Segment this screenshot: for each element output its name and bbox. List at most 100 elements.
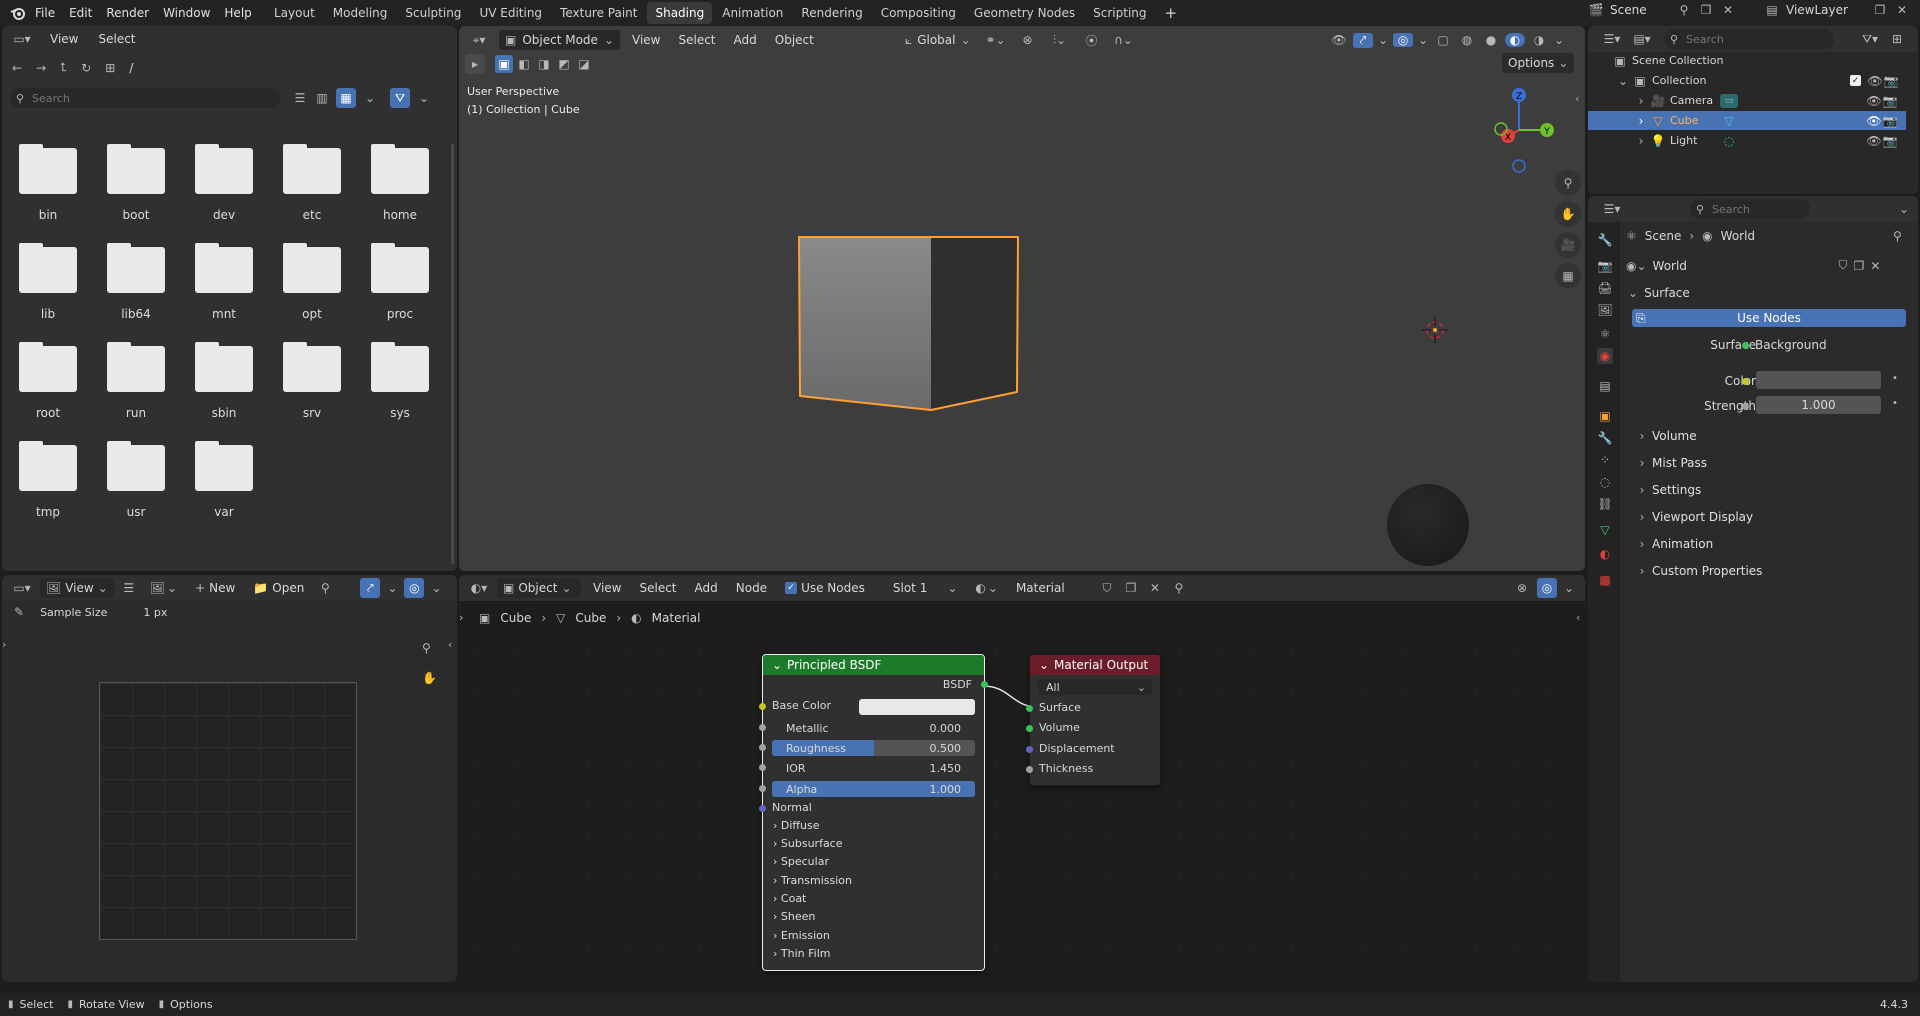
select-new-icon[interactable]: ▣ xyxy=(495,55,513,73)
search-input[interactable] xyxy=(30,90,264,106)
select-extend-icon[interactable]: ◧ xyxy=(515,57,533,71)
roughness-field[interactable]: Roughness 0.500 xyxy=(772,740,975,756)
menu-add[interactable]: Add xyxy=(728,30,763,50)
use-nodes-checkbox[interactable]: ✓ Use Nodes xyxy=(779,578,871,598)
snap-target-icon[interactable]: ⫶⌄ xyxy=(1047,33,1073,48)
new-scene-icon[interactable]: ❐ xyxy=(1698,3,1714,17)
menu-object[interactable]: Object xyxy=(769,30,820,50)
gizmo-toggle-icon[interactable]: ⤤ xyxy=(1353,32,1373,48)
section-thin-film[interactable]: › Thin Film xyxy=(773,947,830,960)
filter-icon[interactable]: ⛛ xyxy=(390,88,410,108)
display-mode-icon[interactable]: ▤▾ xyxy=(1630,32,1654,46)
options-button[interactable]: Options ⌄ xyxy=(1502,53,1575,73)
snap-icon[interactable]: ⊗ xyxy=(1015,33,1041,47)
view-layer-tab-icon[interactable]: 🖼 xyxy=(1597,302,1613,318)
folder-item[interactable]: tmp xyxy=(4,435,92,534)
scrollbar[interactable] xyxy=(451,144,454,564)
object-tab-icon[interactable]: ▣ xyxy=(1597,408,1613,424)
alpha-socket[interactable] xyxy=(759,785,766,792)
sidebar-toggle-icon[interactable]: ‹ xyxy=(1576,611,1580,624)
tab-uv-editing[interactable]: UV Editing xyxy=(471,2,550,24)
tab-animation[interactable]: Animation xyxy=(714,2,791,24)
folder-item[interactable]: etc xyxy=(268,138,356,237)
thickness-input-socket[interactable] xyxy=(1026,766,1033,773)
collapse-icon[interactable]: ⌄ xyxy=(1038,658,1050,672)
section-diffuse[interactable]: › Diffuse xyxy=(773,819,819,832)
overlay-toggle-icon[interactable]: ◎ xyxy=(404,578,425,598)
folder-item[interactable]: boot xyxy=(92,138,180,237)
outliner-item-camera[interactable]: › 🎥 Camera ▭ 👁 📷 xyxy=(1588,91,1906,110)
collapse-icon[interactable]: ⌄ xyxy=(771,658,783,672)
section-coat[interactable]: › Coat xyxy=(773,892,806,905)
mode-dropdown[interactable]: ▣ Object Mode ⌄ xyxy=(499,30,620,50)
displacement-input-socket[interactable] xyxy=(1026,746,1033,753)
tool-select-icon[interactable]: ▸ xyxy=(465,54,485,74)
menu-view[interactable]: View xyxy=(587,578,627,598)
delete-view-layer-icon[interactable]: ✕ xyxy=(1894,3,1910,17)
world-name-field[interactable]: World xyxy=(1653,259,1833,273)
surface-panel-header[interactable]: ⌄ Surface xyxy=(1628,286,1690,300)
section-sheen[interactable]: › Sheen xyxy=(773,910,815,923)
delete-scene-icon[interactable]: ✕ xyxy=(1720,3,1736,17)
outliner-collection[interactable]: ⌄ ▣ Collection ✓ 👁 📷 xyxy=(1588,71,1906,90)
color-swatch[interactable] xyxy=(1756,371,1881,389)
editor-type-icon[interactable]: ▭▾ xyxy=(10,581,34,595)
tab-layout[interactable]: Layout xyxy=(266,2,323,24)
outliner-scene-collection[interactable]: ▣ Scene Collection xyxy=(1588,51,1906,70)
tab-texture-paint[interactable]: Texture Paint xyxy=(552,2,645,24)
menu-add[interactable]: Add xyxy=(689,578,724,598)
tab-scripting[interactable]: Scripting xyxy=(1085,2,1154,24)
zoom-icon[interactable]: ⚲ xyxy=(1555,170,1581,196)
outliner-item-cube[interactable]: › ▽ Cube ▽ 👁 📷 xyxy=(1588,111,1906,130)
folder-item[interactable]: dev xyxy=(180,138,268,237)
material-tab-icon[interactable]: ◐ xyxy=(1597,546,1613,562)
volume-input-socket[interactable] xyxy=(1026,725,1033,732)
shading-dropdown-icon[interactable]: ⌄ xyxy=(1553,33,1565,47)
sidebar-expand-icon[interactable]: › xyxy=(459,611,463,624)
output-tab-icon[interactable]: 🖨 xyxy=(1597,280,1613,296)
chevron-right-icon[interactable]: › xyxy=(1636,94,1646,108)
collection-tab-icon[interactable]: ▤ xyxy=(1597,378,1613,394)
folder-item[interactable]: usr xyxy=(92,435,180,534)
parent-directory-icon[interactable]: ⮤ xyxy=(60,60,67,75)
vertical-list-icon[interactable]: ☰ xyxy=(292,91,308,105)
filter-icon[interactable]: ⛛▾ xyxy=(1858,32,1882,47)
menu-select[interactable]: Select xyxy=(672,30,721,50)
sidebar-toggle-icon[interactable]: ‹ xyxy=(448,638,452,651)
material-output-node[interactable]: ⌄ Material Output All ⌄ Surface Volume D… xyxy=(1026,654,1161,786)
ior-field[interactable]: IOR 1.450 xyxy=(772,760,975,776)
pan-hand-icon[interactable]: ✋ xyxy=(1555,201,1581,227)
roughness-socket[interactable] xyxy=(759,744,766,751)
toolbar-expand-icon[interactable]: › xyxy=(2,638,6,651)
blender-logo-icon[interactable] xyxy=(8,3,28,23)
cube-object[interactable] xyxy=(796,234,1022,416)
constraints-tab-icon[interactable]: ⛓ xyxy=(1597,496,1613,512)
view-dropdown[interactable]: 🖼 View ⌄ xyxy=(40,578,114,598)
gizmo-toggle-icon[interactable]: ⤤ xyxy=(360,578,381,598)
xray-icon[interactable]: ▢ xyxy=(1433,33,1453,47)
menu-select[interactable]: Select xyxy=(633,578,682,598)
render-tab-icon[interactable]: 📷 xyxy=(1597,258,1613,274)
pan-hand-icon[interactable]: ✋ xyxy=(422,671,437,685)
pin-icon[interactable]: ⚲ xyxy=(1170,581,1188,595)
menu-view[interactable]: View xyxy=(44,29,84,49)
pin-icon[interactable]: ⚲ xyxy=(1676,3,1692,17)
camera-view-icon[interactable]: 🎥 xyxy=(1555,232,1581,258)
folder-item[interactable]: sys xyxy=(356,336,444,435)
menu-render[interactable]: Render xyxy=(99,0,156,26)
select-intersect-icon[interactable]: ◪ xyxy=(575,57,593,71)
keyframe-dot-icon[interactable]: • xyxy=(1892,373,1898,384)
horizontal-list-icon[interactable]: ▥ xyxy=(314,91,330,105)
folder-item[interactable]: sbin xyxy=(180,336,268,435)
path-field[interactable]: / xyxy=(129,61,133,75)
duplicate-world-icon[interactable]: ❐ xyxy=(1854,259,1865,273)
world-tab-icon[interactable]: ◉ xyxy=(1597,348,1613,364)
chevron-right-icon[interactable]: › xyxy=(1636,114,1646,128)
keyframe-dot-icon[interactable]: • xyxy=(1892,398,1898,409)
folder-item[interactable]: srv xyxy=(268,336,356,435)
section-transmission[interactable]: › Transmission xyxy=(773,874,852,887)
eye-icon[interactable]: 👁 xyxy=(1866,134,1882,148)
editor-type-icon[interactable]: ⌖▾ xyxy=(465,33,493,48)
new-collection-icon[interactable]: ⊞ xyxy=(1888,32,1906,46)
perspective-toggle-icon[interactable]: ▦ xyxy=(1555,263,1581,289)
